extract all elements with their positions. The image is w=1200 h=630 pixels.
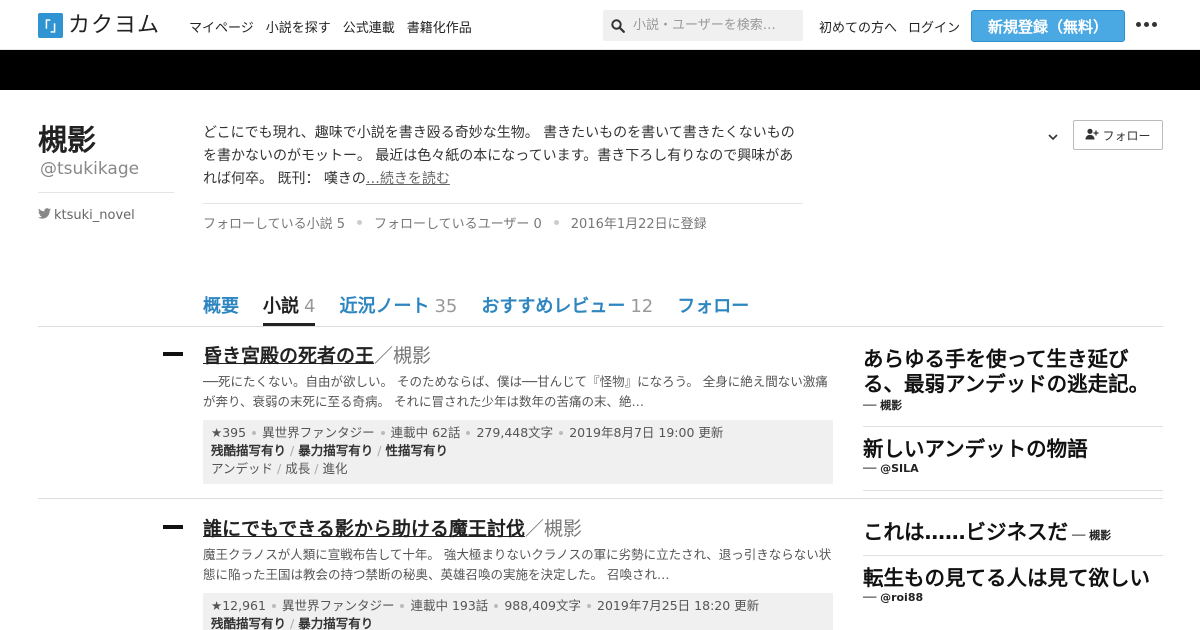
stat-separator bbox=[553, 220, 559, 225]
profile-divider bbox=[38, 192, 174, 193]
review-divider bbox=[863, 555, 1163, 556]
work-updated: 2019年8月7日 19:00 更新 bbox=[569, 425, 724, 440]
work-tag[interactable]: 進化 bbox=[322, 460, 347, 478]
tabs-divider bbox=[38, 326, 1163, 327]
work-status: 連載中 62話 bbox=[390, 425, 461, 440]
review-divider bbox=[863, 490, 1163, 491]
tab-overview[interactable]: 概要 bbox=[203, 292, 239, 326]
search-input[interactable] bbox=[633, 18, 793, 33]
work-tag[interactable]: アンデッド bbox=[211, 460, 273, 478]
stat-following-novels[interactable]: フォローしている小説 5 bbox=[203, 213, 345, 232]
review-item: 新しいアンデットの物語 ── @SILA bbox=[863, 437, 1163, 475]
bio-divider bbox=[203, 203, 803, 204]
top-header: 「」 カクヨム マイページ 小説を探す 公式連載 書籍化作品 初めての方へ ログ… bbox=[0, 0, 1200, 50]
stat-following-users[interactable]: フォローしているユーザー 0 bbox=[374, 213, 542, 232]
review-author[interactable]: ── @SILA bbox=[863, 462, 1163, 475]
signup-button[interactable]: 新規登録（無料） bbox=[971, 10, 1125, 42]
review-title-link[interactable]: これは……ビジネスだ bbox=[863, 520, 1068, 545]
login-link[interactable]: ログイン bbox=[908, 17, 960, 36]
follow-button-label: フォロー bbox=[1102, 128, 1151, 143]
work-char-count: 279,448文字 bbox=[476, 425, 554, 440]
work-title-link[interactable]: 誰にでもできる影から助ける魔王討伐 bbox=[203, 518, 525, 540]
profile-handle: @tsukikage bbox=[40, 159, 140, 179]
bio-text: どこにでも現れ、趣味で小説を書き殴る奇妙な生物。 書きたいものを書いて書きたくな… bbox=[203, 125, 795, 187]
profile-name: 槻影 bbox=[38, 123, 97, 157]
tab-recommended-reviews[interactable]: おすすめレビュー 12 bbox=[481, 292, 653, 326]
review-author[interactable]: ── 槻影 bbox=[1072, 527, 1111, 543]
tab-label: フォロー bbox=[677, 296, 750, 317]
work-warning-tag: 暴力描写有り bbox=[298, 443, 374, 458]
work-marker bbox=[163, 352, 183, 356]
work-updated: 2019年7月25日 18:20 更新 bbox=[597, 598, 760, 613]
search-box bbox=[603, 10, 803, 41]
profile-tabs: 概要 小説 4 近況ノート 35 おすすめレビュー 12 フォロー bbox=[203, 292, 773, 326]
logo-text: カクヨム bbox=[68, 13, 161, 38]
nav-published-works[interactable]: 書籍化作品 bbox=[407, 17, 472, 36]
work-warning-tag: 残酷描写有り bbox=[211, 616, 287, 630]
work-char-count: 988,409文字 bbox=[504, 598, 582, 613]
tab-count: 4 bbox=[304, 296, 316, 317]
nav-official-series[interactable]: 公式連載 bbox=[343, 17, 395, 36]
review-title-link[interactable]: 新しいアンデットの物語 bbox=[863, 437, 1163, 462]
work-description: 魔王クラノスが人類に宣戦布告して十年。 強大極まりないクラノスの軍に劣勢に立たさ… bbox=[203, 547, 832, 582]
review-item: 転生もの見てる人は見て欲しい ── @roi88 bbox=[863, 566, 1163, 604]
read-more-link[interactable]: …続きを読む bbox=[366, 171, 450, 187]
tab-novels[interactable]: 小説 4 bbox=[263, 292, 316, 326]
work-author[interactable]: ／槻影 bbox=[525, 518, 582, 540]
first-time-link[interactable]: 初めての方へ bbox=[819, 17, 897, 36]
work-title-line: 昏き宮殿の死者の王／槻影 bbox=[203, 341, 431, 368]
tab-follow[interactable]: フォロー bbox=[677, 292, 749, 326]
profile-banner bbox=[0, 50, 1200, 90]
stat-separator bbox=[357, 220, 363, 225]
work-description: ──死にたくない。自由が欲しい。 そのためならば、僕は──甘んじて『怪物』になろ… bbox=[203, 374, 828, 409]
work-meta: ★395 異世界ファンタジー 連載中 62話 279,448文字 2019年8月… bbox=[203, 420, 833, 484]
tab-label: 近況ノート bbox=[339, 296, 430, 317]
stat-registered-date: 2016年1月22日に登録 bbox=[570, 217, 707, 232]
review-author[interactable]: ── @roi88 bbox=[863, 591, 1163, 604]
tab-label: おすすめレビュー bbox=[481, 296, 626, 317]
work-stars: ★395 bbox=[211, 425, 247, 440]
tab-count: 35 bbox=[434, 296, 458, 317]
work-warning-tag: 残酷描写有り bbox=[211, 443, 287, 458]
work-author[interactable]: ／槻影 bbox=[374, 345, 431, 367]
review-item: これは……ビジネスだ ── 槻影 bbox=[863, 520, 1163, 545]
tab-count: 12 bbox=[630, 296, 654, 317]
work-title-line: 誰にでもできる影から助ける魔王討伐／槻影 bbox=[203, 514, 582, 541]
work-stars: ★12,961 bbox=[211, 598, 266, 613]
work-marker bbox=[163, 525, 183, 529]
twitter-handle: ktsuki_novel bbox=[54, 208, 135, 223]
work-warning-tag: 暴力描写有り bbox=[298, 616, 374, 630]
work-genre[interactable]: 異世界ファンタジー bbox=[262, 424, 375, 442]
work-meta: ★12,961 異世界ファンタジー 連載中 193話 988,409文字 201… bbox=[203, 593, 833, 630]
review-title-link[interactable]: あらゆる手を使って生き延びる、最弱アンデッドの逃走記。 bbox=[863, 347, 1163, 397]
tab-news-notes[interactable]: 近況ノート 35 bbox=[339, 292, 457, 326]
work-tag[interactable]: 成長 bbox=[285, 460, 310, 478]
profile-stats: フォローしている小説 5 フォローしているユーザー 0 2016年1月22日に登… bbox=[203, 213, 707, 232]
work-title-link[interactable]: 昏き宮殿の死者の王 bbox=[203, 345, 374, 367]
kakuyomu-logo[interactable]: 「」 カクヨム bbox=[38, 13, 160, 38]
work-warning-tag: 性描写有り bbox=[385, 443, 448, 458]
review-author[interactable]: ── 槻影 bbox=[863, 397, 1163, 413]
user-plus-icon bbox=[1085, 128, 1099, 143]
work-genre[interactable]: 異世界ファンタジー bbox=[282, 597, 395, 615]
chevron-down-icon[interactable] bbox=[1047, 127, 1059, 146]
tab-label: 概要 bbox=[203, 296, 239, 317]
review-title-link[interactable]: 転生もの見てる人は見て欲しい bbox=[863, 566, 1163, 591]
follow-button[interactable]: フォロー bbox=[1073, 120, 1163, 150]
tab-label: 小説 bbox=[263, 296, 299, 317]
search-icon[interactable] bbox=[603, 18, 633, 33]
more-menu-icon[interactable] bbox=[1136, 22, 1157, 27]
work-status: 連載中 193話 bbox=[410, 598, 489, 613]
twitter-link[interactable]: ktsuki_novel bbox=[38, 208, 135, 223]
nav-search-novels[interactable]: 小説を探す bbox=[266, 17, 331, 36]
nav-mypage[interactable]: マイページ bbox=[189, 17, 254, 36]
main-nav: マイページ 小説を探す 公式連載 書籍化作品 bbox=[189, 17, 472, 36]
twitter-icon bbox=[38, 208, 51, 223]
review-item: あらゆる手を使って生き延びる、最弱アンデッドの逃走記。 ── 槻影 bbox=[863, 347, 1163, 413]
profile-bio: どこにでも現れ、趣味で小説を書き殴る奇妙な生物。 書きたいものを書いて書きたくな… bbox=[203, 122, 803, 191]
review-divider bbox=[863, 426, 1163, 427]
work-divider bbox=[38, 498, 1163, 499]
logo-mark-icon: 「」 bbox=[38, 13, 64, 38]
